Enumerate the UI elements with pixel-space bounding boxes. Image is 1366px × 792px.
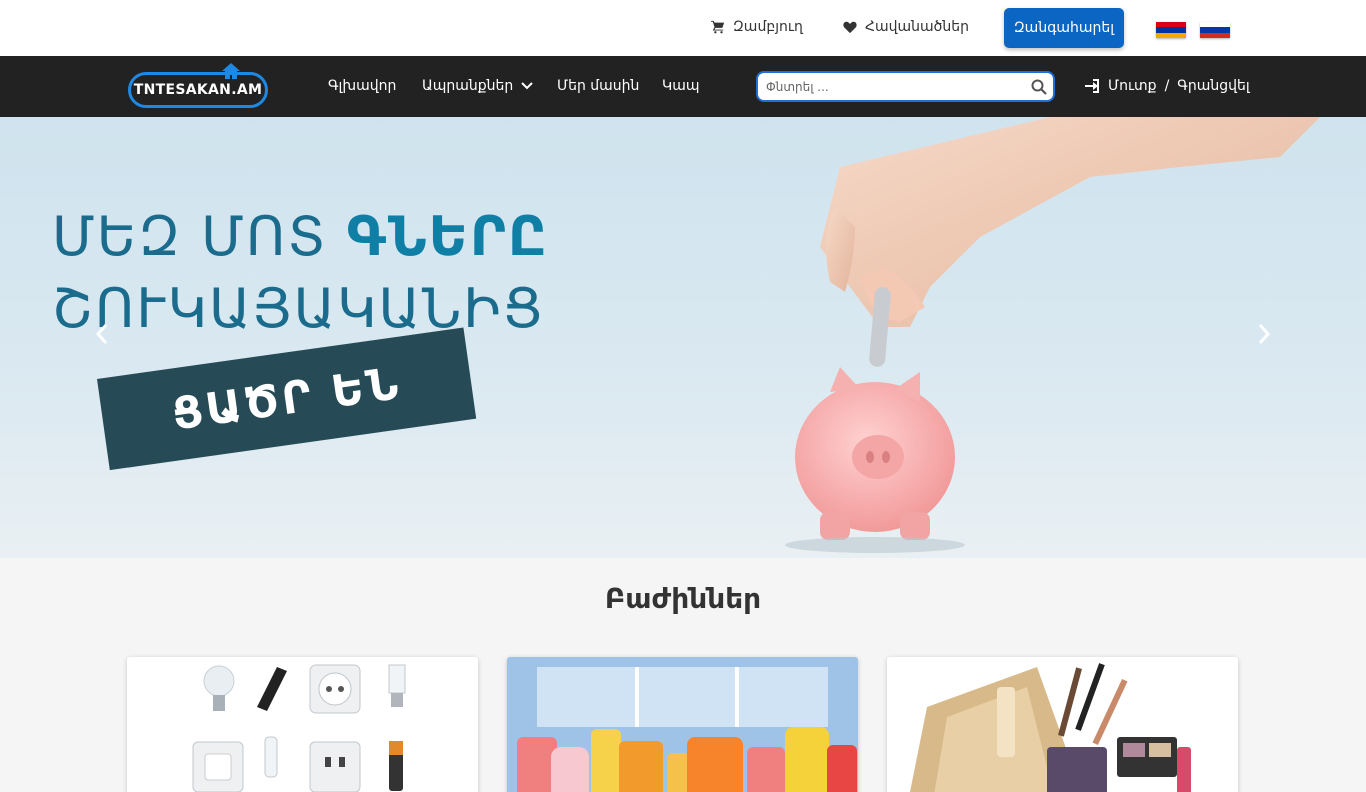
hero-line1-bold: ԳՆԵՐԸ xyxy=(346,205,549,268)
hero-headline-line2: ՇՈՒԿԱՅԱԿԱՆԻՑ xyxy=(52,277,545,340)
search-box xyxy=(756,71,1055,102)
chevron-left-icon[interactable] xyxy=(93,322,111,346)
nav-about-label: Մեր մասին xyxy=(557,78,640,94)
hero-carousel: ՄԵԶ ՄՈՏ ԳՆԵՐԸ ՇՈՒԿԱՅԱԿԱՆԻՑ ՑԱԾՐ ԵՆ xyxy=(0,117,1366,558)
search-input[interactable] xyxy=(766,77,1026,97)
cleaning-products-image xyxy=(507,657,858,792)
main-navbar: TNTESAKAN.AM Գլխավոր Ապրանքներ Մեր մասին… xyxy=(0,56,1366,117)
nav-item-about[interactable]: Մեր մասին xyxy=(557,78,639,94)
cosmetics-image xyxy=(887,657,1238,792)
top-bar: Զամբյուղ Հավանածներ Զանգահարել xyxy=(0,0,1366,56)
heart-icon xyxy=(843,21,857,34)
nav-item-contact[interactable]: Կապ xyxy=(662,78,700,94)
site-logo[interactable]: TNTESAKAN.AM xyxy=(128,72,268,108)
favorites-label: Հավանածներ xyxy=(865,19,970,35)
register-link[interactable]: Գրանցվել xyxy=(1177,78,1249,94)
sign-in-icon xyxy=(1085,79,1099,93)
nav-contact-label: Կապ xyxy=(662,78,700,94)
cart-link[interactable]: Զամբյուղ xyxy=(711,19,803,35)
category-card-cleaning[interactable] xyxy=(507,657,858,792)
armenian-flag-icon[interactable] xyxy=(1156,22,1186,38)
russian-flag-icon[interactable] xyxy=(1200,22,1230,38)
house-icon xyxy=(222,63,240,79)
nav-item-home[interactable]: Գլխավոր xyxy=(328,78,396,94)
category-card-cosmetics[interactable] xyxy=(887,657,1238,792)
cart-icon xyxy=(711,20,725,34)
cart-label: Զամբյուղ xyxy=(733,19,803,35)
hero-banner-text: ՑԱԾՐ ԵՆ xyxy=(169,357,405,441)
hero-line1-plain: ՄԵԶ ՄՈՏ xyxy=(52,205,347,268)
login-area: Մուտք / Գրանցվել xyxy=(1084,78,1250,94)
nav-products-label: Ապրանքներ xyxy=(422,78,514,94)
favorites-link[interactable]: Հավանածներ xyxy=(843,19,969,35)
chevron-down-icon xyxy=(521,82,533,90)
login-link[interactable]: Մուտք xyxy=(1108,78,1157,94)
hero-banner: ՑԱԾՐ ԵՆ xyxy=(97,327,477,471)
sections-title: Բաժիններ xyxy=(604,582,762,615)
electrical-goods-image xyxy=(127,657,478,792)
nav-home-label: Գլխավոր xyxy=(328,78,397,94)
category-card-electrical[interactable] xyxy=(127,657,478,792)
call-button[interactable]: Զանգահարել xyxy=(1004,8,1124,48)
chevron-right-icon[interactable] xyxy=(1255,322,1273,346)
hero-headline-line1: ՄԵԶ ՄՈՏ ԳՆԵՐԸ xyxy=(52,205,549,268)
login-separator: / xyxy=(1164,78,1170,94)
search-icon[interactable] xyxy=(1031,79,1047,95)
nav-item-products[interactable]: Ապրանքներ xyxy=(422,78,533,94)
